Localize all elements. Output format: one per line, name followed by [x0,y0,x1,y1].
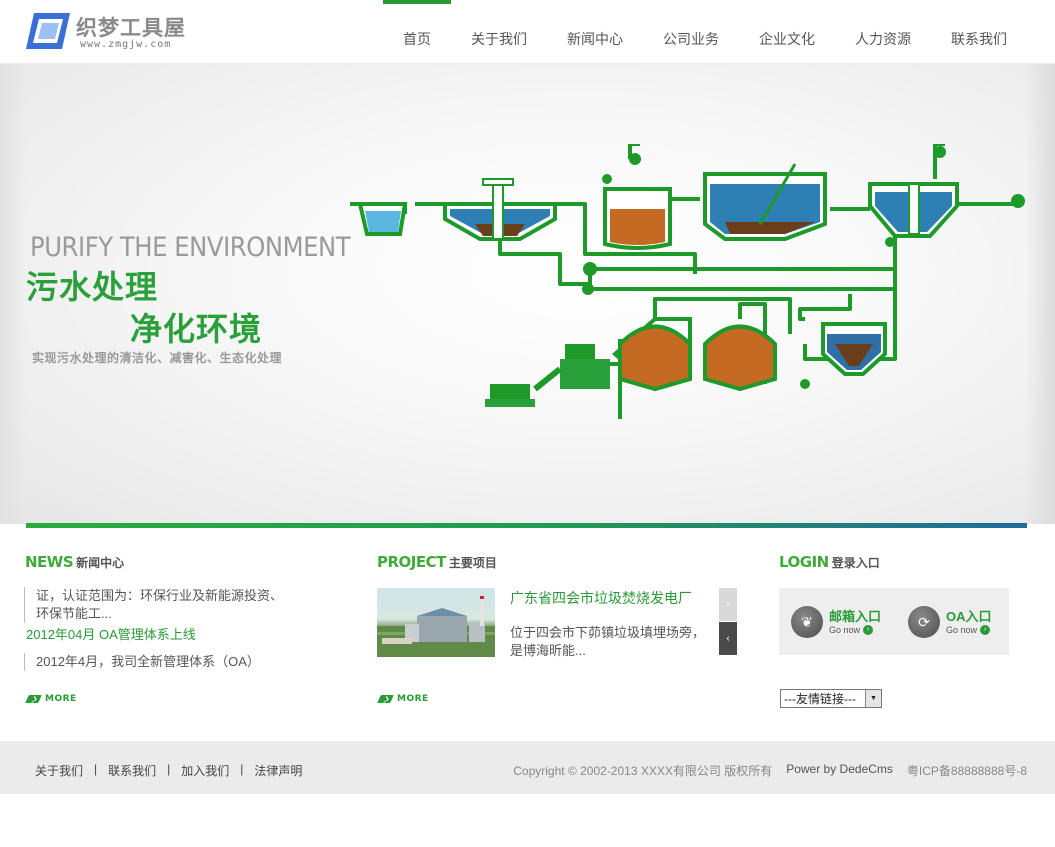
mail-login-label: 邮箱入口 [829,608,882,624]
footer-separator: | [167,762,171,776]
nav-item-news[interactable]: 新闻中心 [547,0,643,64]
project-section-title: PROJECT 主要项目 [377,553,497,571]
nav-item-hr[interactable]: 人力资源 [835,0,931,64]
project-title[interactable]: 广东省四会市垃圾焚烧发电厂 [510,588,692,608]
logo-name: 织梦工具屋 [76,16,186,40]
news-title-en: NEWS [25,553,74,571]
footer-links: 关于我们 | 联系我们 | 加入我们 | 法律声明 [35,762,302,779]
icp-number: 粤ICP备88888888号-8 [906,764,1027,778]
friend-links-select[interactable]: ---友情链接--- ▼ [780,689,882,708]
news-item-2[interactable]: 2012年4月，我司全新管理体系（OA） [24,653,294,671]
main-nav: 首页 关于我们 新闻中心 公司业务 企业文化 人力资源 联系我们 [383,0,1027,64]
project-description: 位于四会市下茆镇垃圾填埋场旁，是博海昕能... [510,625,706,658]
site-logo[interactable]: 织梦工具屋 www.zmgjw.com [24,10,194,54]
oa-go-now: Go now [946,624,978,635]
power-plant-photo [377,596,495,657]
nav-item-home[interactable]: 首页 [383,0,451,64]
footer-link-join[interactable]: 加入我们 [181,762,229,779]
nav-item-about[interactable]: 关于我们 [451,0,547,64]
mail-login-button[interactable]: ❦ 邮箱入口 Go now › [791,606,881,638]
login-title-en: LOGIN [779,553,829,571]
news-section-title: NEWS 新闻中心 [25,553,124,571]
footer-link-legal[interactable]: 法律声明 [254,762,302,779]
project-prev-button[interactable]: ‹ [719,622,737,655]
project-thumbnail[interactable] [377,588,495,657]
nav-item-culture[interactable]: 企业文化 [739,0,835,64]
project-title-cn: 主要项目 [448,556,497,570]
hero-banner: PURIFY THE ENVIRONMENT 污水处理 净化环境 实现污水处理的… [0,64,1055,524]
water-treatment-illustration [350,144,1025,419]
site-header: 织梦工具屋 www.zmgjw.com 首页 关于我们 新闻中心 公司业务 企业… [0,0,1055,64]
banner-kicker: PURIFY THE ENVIRONMENT [30,232,351,263]
powered-by: Power by DedeCms [786,762,893,776]
gradient-divider [26,523,1027,528]
login-section-title: LOGIN 登录入口 [779,553,880,571]
leaf-icon: ❦ [791,606,823,638]
project-more-link[interactable]: MORE [377,694,429,704]
news-link-oa[interactable]: 2012年04月 OA管理体系上线 [26,624,196,643]
project-title-en: PROJECT [377,553,446,571]
copyright-text: Copyright © 2002-2013 XXXX有限公司 版权所有 [513,764,773,778]
footer-separator: | [240,762,244,776]
mail-go-now: Go now [829,624,861,635]
footer-separator: | [94,762,98,776]
more-arrow-icon [25,695,42,703]
project-next-button[interactable]: › [719,588,737,621]
login-box: ❦ 邮箱入口 Go now › ⟳ OA入口 Go now › [779,588,1009,655]
banner-subline: 实现污水处理的清洁化、减害化、生态化处理 [32,351,283,365]
chevron-right-icon: › [726,599,730,610]
news-item-1[interactable]: 证，认证范围为：环保行业及新能源投资、环保节能工... [24,587,294,623]
logo-mark-icon [26,13,70,49]
friend-links-value: ---友情链接--- [784,692,856,706]
news-title-cn: 新闻中心 [76,556,125,570]
go-arrow-icon: › [863,624,874,635]
nav-item-contact[interactable]: 联系我们 [931,0,1027,64]
footer-link-contact[interactable]: 联系我们 [108,762,156,779]
news-more-label: MORE [45,694,77,704]
more-arrow-icon [377,695,394,703]
footer-link-about[interactable]: 关于我们 [35,762,83,779]
nav-item-business[interactable]: 公司业务 [643,0,739,64]
go-arrow-icon: › [980,624,991,635]
refresh-icon: ⟳ [908,606,940,638]
footer-copyright: Copyright © 2002-2013 XXXX有限公司 版权所有 Powe… [513,762,1027,779]
chevron-left-icon: ‹ [726,633,730,644]
login-title-cn: 登录入口 [831,556,880,570]
news-more-link[interactable]: MORE [25,694,77,704]
site-footer: 关于我们 | 联系我们 | 加入我们 | 法律声明 Copyright © 20… [0,741,1055,794]
banner-headline-1: 污水处理 [26,269,159,305]
oa-login-button[interactable]: ⟳ OA入口 Go now › [908,606,992,638]
logo-url: www.zmgjw.com [80,39,172,50]
banner-headline-2: 净化环境 [130,311,263,347]
oa-login-label: OA入口 [946,608,992,624]
banner-edge-left [0,64,26,524]
dropdown-arrow-icon[interactable]: ▼ [865,690,881,707]
project-more-label: MORE [397,694,429,704]
